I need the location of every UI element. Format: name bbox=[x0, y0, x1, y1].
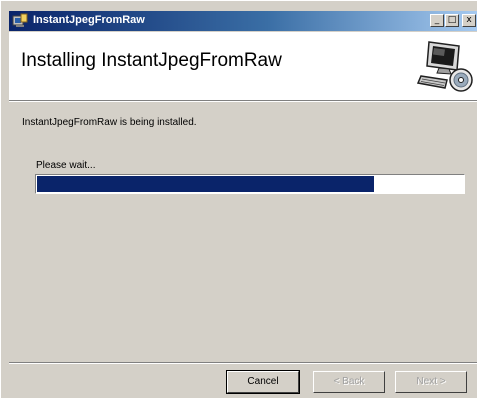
next-button[interactable]: Next > bbox=[395, 371, 467, 393]
installer-app-icon bbox=[12, 13, 28, 27]
back-button[interactable]: < Back bbox=[313, 371, 385, 393]
installer-window: InstantJpegFromRaw _ □ x Installing Inst… bbox=[0, 0, 477, 398]
please-wait-label: Please wait... bbox=[36, 160, 96, 171]
cancel-button[interactable]: Cancel bbox=[226, 370, 300, 394]
progress-bar-fill bbox=[37, 176, 374, 192]
page-title: Installing InstantJpegFromRaw bbox=[21, 50, 282, 71]
install-status-text: InstantJpegFromRaw is being installed. bbox=[22, 117, 197, 128]
header-panel: Installing InstantJpegFromRaw bbox=[9, 32, 477, 100]
close-button[interactable]: x bbox=[462, 14, 476, 27]
header-divider bbox=[9, 100, 477, 102]
maximize-button[interactable]: □ bbox=[445, 14, 459, 27]
title-bar[interactable]: InstantJpegFromRaw _ □ x bbox=[9, 11, 477, 31]
window-title: InstantJpegFromRaw bbox=[33, 14, 145, 26]
computer-with-disc-icon bbox=[416, 41, 473, 92]
minimize-button[interactable]: _ bbox=[430, 14, 444, 27]
progress-bar bbox=[35, 174, 465, 194]
footer-divider bbox=[9, 362, 477, 364]
